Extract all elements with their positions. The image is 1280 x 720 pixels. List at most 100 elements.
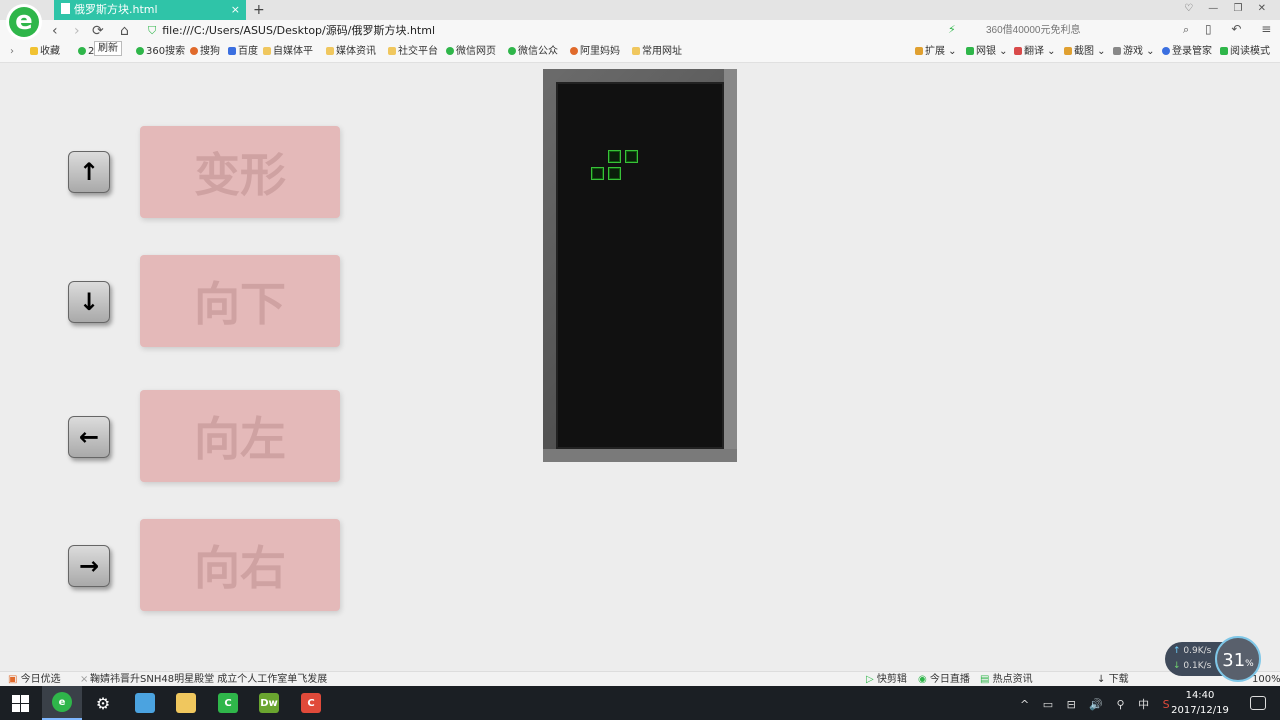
toolbar-translate[interactable]: 翻译 ⌄ xyxy=(1014,42,1056,62)
bookmark-folder[interactable]: 常用网址 xyxy=(632,42,682,62)
hot-news[interactable]: ▤ 热点资讯 xyxy=(980,672,1033,687)
bookmark-item[interactable]: 搜狗 xyxy=(190,42,220,62)
downloads[interactable]: ↓ 下载 xyxy=(1097,672,1129,687)
bookmark-item[interactable]: 2 xyxy=(78,42,94,62)
search-input[interactable] xyxy=(980,22,1207,40)
bookmark-item[interactable]: 百度 xyxy=(228,42,258,62)
taskbar-dreamweaver[interactable]: Dw xyxy=(249,686,289,720)
status-bar: ▣ 今日优选 × 鞠婧祎晋升SNH48明星殿堂 成立个人工作室单飞发展 ▷ 快剪… xyxy=(0,671,1280,687)
folder-icon xyxy=(388,47,396,55)
bookmark-item[interactable]: 阿里妈妈 xyxy=(570,42,620,62)
live-icon: ◉ xyxy=(918,674,927,685)
bookmark-item[interactable]: 微信网页 xyxy=(446,42,496,62)
play-icon: ▷ xyxy=(866,674,874,685)
wechat-icon xyxy=(508,47,516,55)
folder-icon xyxy=(632,47,640,55)
bookmark-folder[interactable]: 媒体资讯 xyxy=(326,42,376,62)
piece-cell xyxy=(591,167,604,180)
document-icon xyxy=(61,3,70,14)
toolbar-right[interactable]: ▯ ↶ ≡ xyxy=(1205,22,1279,36)
memory-percent: 31% xyxy=(1215,636,1261,682)
board-frame-bottom xyxy=(543,449,737,462)
sogou-icon xyxy=(190,47,198,55)
folder-icon xyxy=(263,47,271,55)
star-icon xyxy=(30,47,38,55)
notification-icon[interactable] xyxy=(1238,686,1278,720)
bookmark-folder[interactable]: 自媒体平 xyxy=(263,42,313,62)
forward-button[interactable]: › xyxy=(74,22,80,40)
down-key-button[interactable]: ↓ xyxy=(68,281,110,323)
tab-tetris[interactable]: 俄罗斯方块.html × xyxy=(54,0,246,20)
toolbar-reading-mode[interactable]: 阅读模式 xyxy=(1220,42,1270,62)
file-explorer-icon[interactable] xyxy=(166,686,206,720)
news-ticker[interactable]: 鞠婧祎晋升SNH48明星殿堂 成立个人工作室单飞发展 xyxy=(90,672,327,687)
bank-icon xyxy=(966,47,974,55)
rotate-button[interactable]: 变形 xyxy=(140,126,340,218)
close-tab-icon[interactable]: × xyxy=(231,0,240,20)
toolbar-extend[interactable]: 扩展 ⌄ xyxy=(915,42,957,62)
upload-speed: 0.9K/s xyxy=(1183,646,1212,656)
network-speed-widget[interactable]: ↑ 0.9K/s ↓ 0.1K/s 31% xyxy=(1165,636,1265,682)
bookmark-item[interactable]: 微信公众 xyxy=(508,42,558,62)
left-key-button[interactable]: ← xyxy=(68,416,110,458)
bookmark-expand-icon[interactable]: › xyxy=(10,42,14,62)
move-right-button[interactable]: 向右 xyxy=(140,519,340,611)
gamepad-icon xyxy=(1113,47,1121,55)
navigation-bar: ‹ › ⟳ ⌂ ⛉ file:///C:/Users/ASUS/Desktop/源… xyxy=(0,20,1280,42)
gift-icon: ▣ xyxy=(8,674,18,685)
download-icon: ↓ xyxy=(1097,674,1106,685)
taskbar-camtasia[interactable]: C xyxy=(208,686,248,720)
browser-logo-icon[interactable]: e xyxy=(6,4,42,40)
address-bar[interactable]: ⛉ file:///C:/Users/ASUS/Desktop/源码/俄罗斯方块.… xyxy=(148,20,948,42)
bookmark-item[interactable]: 360搜索 xyxy=(136,42,185,62)
wechat-icon xyxy=(446,47,454,55)
screen: { "browser": { "tab_title": "俄罗斯方块.html"… xyxy=(0,0,1280,720)
game-board[interactable] xyxy=(556,82,724,449)
new-tab-button[interactable]: + xyxy=(253,0,265,20)
url-text: file:///C:/Users/ASUS/Desktop/源码/俄罗斯方块.h… xyxy=(162,24,436,37)
taskbar-photo-app[interactable] xyxy=(125,686,165,720)
clock-date: 2017/12/19 xyxy=(1171,705,1229,716)
folder-icon xyxy=(326,47,334,55)
scissors-icon xyxy=(1064,47,1072,55)
translate-icon xyxy=(1014,47,1022,55)
toolbar-login-manager[interactable]: 登录管家 xyxy=(1162,42,1212,62)
home-button[interactable]: ⌂ xyxy=(120,22,129,40)
taskbar: e ⚙ C Dw C ^ ▭ ⊟ 🔊 ⚲ 中 S 14:40 2017/12/1… xyxy=(0,686,1280,720)
clock-time: 14:40 xyxy=(1185,690,1215,701)
globe-icon xyxy=(78,47,86,55)
back-button[interactable]: ‹ xyxy=(52,22,58,40)
baidu-icon xyxy=(228,47,236,55)
refresh-button[interactable]: ⟳ xyxy=(92,22,104,40)
system-tray[interactable]: ^ ▭ ⊟ 🔊 ⚲ 中 S xyxy=(1020,696,1175,712)
extend-icon xyxy=(915,47,923,55)
toolbar-bank[interactable]: 网银 ⌄ xyxy=(966,42,1008,62)
settings-gear-icon[interactable]: ⚙ xyxy=(83,686,123,720)
quick-cut[interactable]: ▷ 快剪辑 xyxy=(866,672,907,687)
bookmark-folder[interactable]: 社交平台 xyxy=(388,42,438,62)
bookmarks-bar: › 收藏 2 360搜索 搜狗 百度 自媒体平 媒体资讯 社交平台 微信网页 微… xyxy=(0,42,1280,63)
accelerate-icon[interactable]: ⚡ xyxy=(948,23,956,36)
refresh-tooltip: 刷新 xyxy=(94,41,122,56)
piece-cell xyxy=(608,150,621,163)
move-left-button[interactable]: 向左 xyxy=(140,390,340,482)
piece-cell xyxy=(608,167,621,180)
today-live[interactable]: ◉ 今日直播 xyxy=(918,672,970,687)
taskbar-recorder[interactable]: C xyxy=(291,686,331,720)
move-down-button[interactable]: 向下 xyxy=(140,255,340,347)
window-controls[interactable]: ♡ — ❐ ✕ xyxy=(1184,3,1272,14)
right-key-button[interactable]: → xyxy=(68,545,110,587)
bookmark-item[interactable]: 收藏 xyxy=(30,42,60,62)
windows-start-icon[interactable] xyxy=(0,686,40,720)
tab-bar: 俄罗斯方块.html × + ♡ — ❐ ✕ xyxy=(0,0,1280,20)
today-picks[interactable]: ▣ 今日优选 xyxy=(8,672,61,687)
toolbar-games[interactable]: 游戏 ⌄ xyxy=(1113,42,1155,62)
close-news-icon[interactable]: × xyxy=(80,672,88,687)
360-icon xyxy=(136,47,144,55)
taskbar-360-browser[interactable]: e xyxy=(42,686,82,720)
rotate-key-button[interactable]: ↑ xyxy=(68,151,110,193)
search-icon[interactable]: ⌕ xyxy=(1183,23,1189,37)
toolbar-screenshot[interactable]: 截图 ⌄ xyxy=(1064,42,1106,62)
clock[interactable]: 14:40 2017/12/19 xyxy=(1170,688,1230,718)
news-icon: ▤ xyxy=(980,674,990,685)
